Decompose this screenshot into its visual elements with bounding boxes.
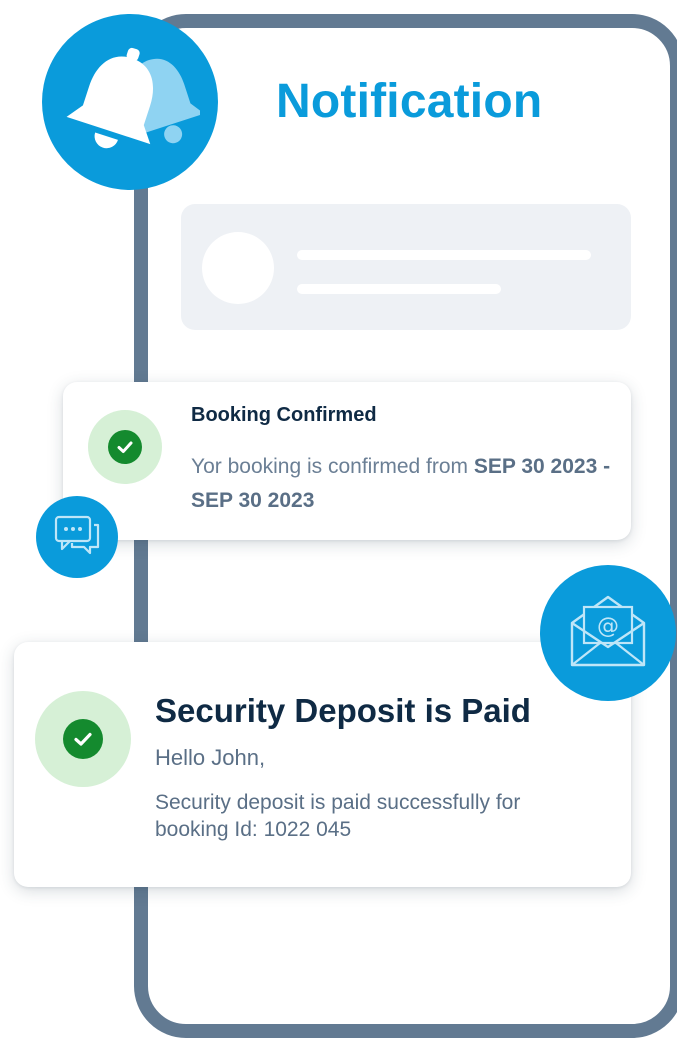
bell-icon <box>60 40 205 165</box>
mail-icon: @ <box>566 591 650 676</box>
placeholder-line <box>297 250 591 260</box>
check-icon <box>108 430 142 464</box>
bell-badge <box>42 14 218 190</box>
notification-title: Booking Confirmed <box>191 404 377 426</box>
notification-title: Security Deposit is Paid <box>155 692 531 729</box>
success-badge <box>88 410 162 484</box>
notification-greeting: Hello John, <box>155 745 266 770</box>
mail-badge: @ <box>540 565 676 701</box>
notification-card-deposit[interactable]: Security Deposit is Paid Hello John, Sec… <box>14 642 631 887</box>
notification-message: Security deposit is paid successfully fo… <box>155 791 521 841</box>
success-badge <box>35 691 131 787</box>
check-icon <box>63 719 103 759</box>
placeholder-avatar <box>202 232 274 304</box>
notification-card-booking[interactable]: Booking Confirmed Yor booking is confirm… <box>63 382 631 540</box>
page-title: Notification <box>276 75 543 128</box>
chat-badge <box>36 496 118 578</box>
placeholder-notification <box>181 204 631 330</box>
notification-message: Yor booking is confirmed from SEP 30 202… <box>191 455 611 512</box>
svg-text:@: @ <box>597 614 619 639</box>
chat-icon <box>52 513 102 562</box>
placeholder-line <box>297 284 501 294</box>
